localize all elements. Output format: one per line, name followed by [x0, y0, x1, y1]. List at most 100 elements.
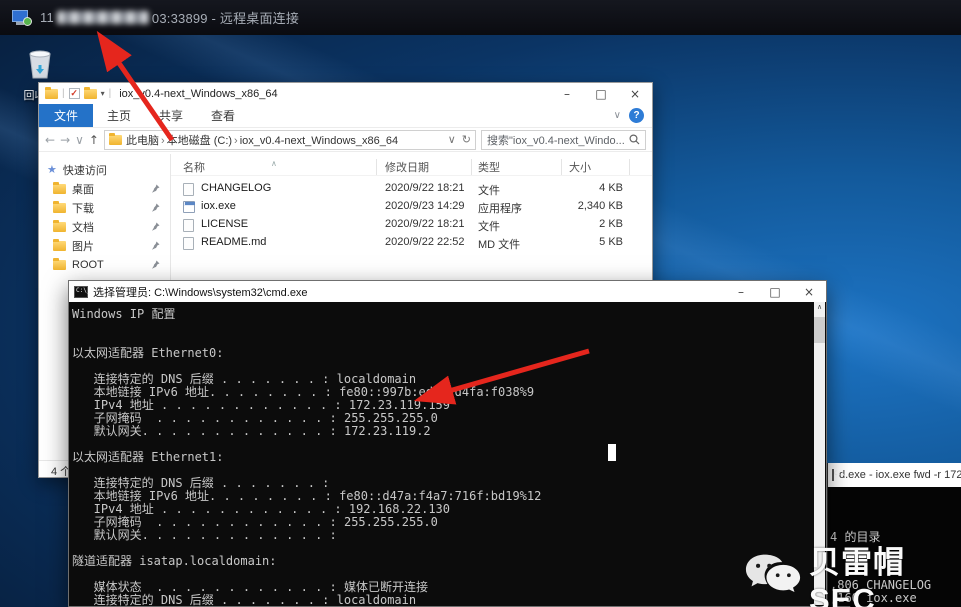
wechat-icon	[745, 551, 801, 605]
search-input[interactable]: 搜索"iox_v0.4-next_Windo...	[481, 130, 646, 150]
pin-icon	[151, 241, 160, 250]
minimize-button[interactable]: –	[724, 281, 758, 302]
search-icon[interactable]	[629, 134, 640, 145]
file-icon	[183, 183, 194, 196]
table-row[interactable]: CHANGELOG2020/9/22 18:21文件4 KB	[171, 180, 652, 198]
rdp-titlebar: 11 03:33899 - 远程桌面连接	[0, 0, 961, 35]
table-row[interactable]: iox.exe 2020/9/23 14:29 应用程序 2,340 KB	[171, 198, 652, 216]
file-name[interactable]: CHANGELOG	[201, 182, 271, 194]
column-header-size[interactable]: 大小	[569, 159, 591, 175]
folder-icon	[53, 222, 66, 232]
sidebar-item-桌面[interactable]: 桌面	[39, 179, 170, 198]
explorer-titlebar[interactable]: | ✓ ▾ | iox_v0.4-next_Windows_x86_64 – □…	[39, 83, 652, 104]
cmd-titlebar[interactable]: 选择管理员: C:\Windows\system32\cmd.exe – □ ×	[69, 281, 826, 302]
breadcrumb-item[interactable]: iox_v0.4-next_Windows_x86_64	[240, 135, 398, 147]
file-type: MD 文件	[478, 236, 520, 252]
back-icon[interactable]: ←	[45, 133, 55, 147]
cmd-window-title: 选择管理员: C:\Windows\system32\cmd.exe	[93, 284, 308, 300]
redacted-ip	[57, 11, 149, 24]
folder-icon	[53, 184, 66, 194]
help-icon[interactable]: ?	[629, 108, 644, 123]
scrollbar-thumb[interactable]	[814, 317, 825, 343]
cmd-output-line: 以太网适配器 Ethernet0:	[72, 347, 826, 360]
tab-view[interactable]: 查看	[197, 104, 249, 127]
sidebar-item-ROOT[interactable]: ROOT	[39, 255, 170, 274]
cmd-window[interactable]: 选择管理员: C:\Windows\system32\cmd.exe – □ ×…	[68, 280, 827, 607]
address-dropdown-icon[interactable]: ∨	[448, 133, 456, 146]
folder-icon	[45, 89, 58, 99]
breadcrumb-item[interactable]: 此电脑	[126, 135, 159, 147]
pin-icon	[151, 203, 160, 212]
address-bar-row: ← → ∨ ↑ 此电脑›本地磁盘 (C:)›iox_v0.4-next_Wind…	[39, 127, 652, 152]
sidebar-item-图片[interactable]: 图片	[39, 236, 170, 255]
up-icon[interactable]: ↑	[89, 133, 99, 147]
breadcrumb-separator: ›	[234, 135, 238, 147]
maximize-button[interactable]: □	[758, 281, 792, 302]
cmd-icon	[74, 286, 88, 298]
rdp-connection-icon	[12, 10, 32, 26]
breadcrumb-item[interactable]: 本地磁盘 (C:)	[167, 135, 232, 147]
watermark: 贝雷帽SEC	[745, 537, 961, 607]
close-button[interactable]: ×	[618, 83, 652, 104]
sidebar-item-下载[interactable]: 下载	[39, 198, 170, 217]
file-date: 2020/9/22 18:21	[385, 182, 465, 194]
file-name[interactable]: LICENSE	[201, 218, 248, 230]
file-name[interactable]: iox.exe	[201, 200, 236, 212]
close-button[interactable]: ×	[792, 281, 826, 302]
cmd-output-line: 隧道适配器 isatap.localdomain:	[72, 555, 826, 568]
quick-access-toolbar: | ✓ ▾ |	[45, 88, 111, 99]
sidebar-item-label: 快速访问	[63, 162, 107, 178]
sidebar-item-label: 文档	[72, 219, 94, 235]
toolbar-separator: |	[109, 88, 112, 99]
column-header-date[interactable]: 修改日期	[385, 159, 429, 175]
maximize-button[interactable]: □	[584, 83, 618, 104]
scroll-up-icon[interactable]: ∧	[814, 302, 825, 314]
file-icon	[183, 237, 194, 250]
cmd-output-line: 以太网适配器 Ethernet1:	[72, 451, 826, 464]
cmd-output-line: 默认网关. . . . . . . . . . . . . : 172.23.1…	[72, 425, 826, 438]
forward-icon[interactable]: →	[60, 133, 70, 147]
tab-home[interactable]: 主页	[93, 104, 145, 127]
new-folder-icon[interactable]	[84, 89, 97, 99]
chevron-down-icon[interactable]: ▾	[101, 89, 105, 98]
sidebar-item-文档[interactable]: 文档	[39, 217, 170, 236]
table-row[interactable]: README.md2020/9/22 22:52MD 文件5 KB	[171, 234, 652, 252]
table-row[interactable]: LICENSE2020/9/22 18:21文件2 KB	[171, 216, 652, 234]
sidebar-item-quick-access[interactable]: ★ 快速访问	[39, 160, 170, 179]
properties-check-icon[interactable]: ✓	[69, 88, 80, 99]
sort-ascending-icon: ∧	[271, 159, 277, 168]
tab-share[interactable]: 共享	[145, 104, 197, 127]
address-bar[interactable]: 此电脑›本地磁盘 (C:)›iox_v0.4-next_Windows_x86_…	[104, 130, 476, 150]
file-name[interactable]: README.md	[201, 236, 266, 248]
rdp-title-suffix: 03:33899 - 远程桌面连接	[152, 8, 299, 27]
explorer-window-title: iox_v0.4-next_Windows_x86_64	[119, 88, 277, 100]
toolbar-separator: |	[62, 88, 65, 99]
minimize-button[interactable]: –	[550, 83, 584, 104]
pin-icon	[151, 203, 160, 215]
recent-locations-icon[interactable]: ∨	[75, 133, 84, 147]
file-size: 2,340 KB	[531, 200, 623, 212]
sidebar-item-label: 图片	[72, 238, 94, 254]
file-type: 应用程序	[478, 200, 522, 216]
breadcrumb: 此电脑›本地磁盘 (C:)›iox_v0.4-next_Windows_x86_…	[126, 132, 398, 148]
tab-file[interactable]: 文件	[39, 104, 93, 127]
application-icon	[183, 201, 195, 213]
file-size: 4 KB	[531, 182, 623, 194]
sidebar-item-label: 桌面	[72, 181, 94, 197]
rdp-session-screen: 11 03:33899 - 远程桌面连接 回收站 d.exe - iox.exe…	[0, 0, 961, 607]
recycle-bin-icon	[22, 45, 58, 81]
sidebar-item-label: ROOT	[72, 259, 104, 271]
folder-icon	[53, 260, 66, 270]
text-cursor-block	[608, 444, 616, 461]
file-icon	[183, 219, 194, 232]
cmd-icon	[832, 469, 834, 481]
expand-ribbon-icon[interactable]: ∨	[614, 110, 621, 121]
column-header-name[interactable]: 名称	[183, 159, 205, 175]
background-window-titlebar[interactable]: d.exe - iox.exe fwd -r 172.23	[828, 463, 961, 487]
column-header-type[interactable]: 类型	[478, 159, 500, 175]
refresh-icon[interactable]: ↻	[462, 133, 471, 146]
file-date: 2020/9/23 14:29	[385, 200, 465, 212]
file-size: 2 KB	[531, 218, 623, 230]
folder-icon	[53, 241, 66, 251]
folder-icon	[109, 135, 122, 145]
